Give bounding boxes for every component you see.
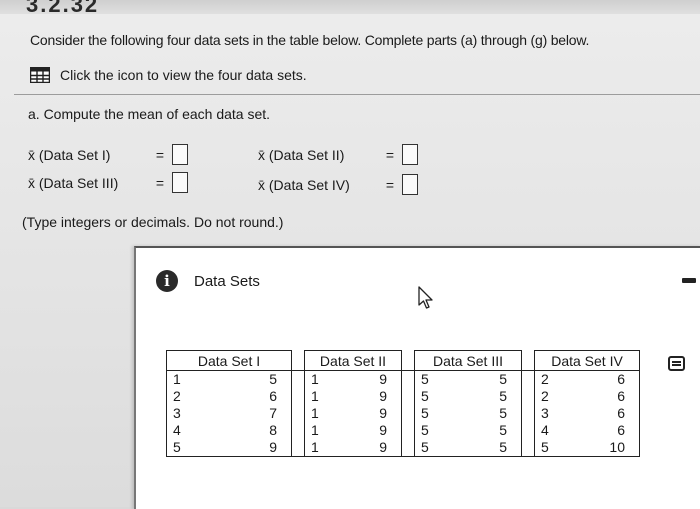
equals-sign: =	[385, 176, 395, 193]
cell-set-3-y: 5	[458, 370, 523, 388]
info-icon: i	[156, 270, 178, 292]
mean-row-set-3: x̄ (Data Set III) =	[28, 172, 188, 193]
cell-set-2-y: 9	[344, 405, 403, 422]
cell-set-1-y: 9	[217, 439, 292, 457]
cell-set-1-y: 8	[217, 422, 292, 439]
equals-sign: =	[385, 146, 395, 163]
cell-set-4-x: 2	[534, 388, 572, 405]
table-row: 1 5 1 9 5 5 2 6	[165, 370, 641, 388]
cell-set-1-y: 5	[217, 370, 292, 388]
mean-input-set-4[interactable]	[402, 174, 418, 195]
table-header-row: Data Set I Data Set II Data Set III Data…	[166, 350, 640, 371]
mean-row-set-4: x̄ (Data Set IV) =	[258, 174, 418, 195]
minimize-button[interactable]	[682, 278, 696, 283]
divider	[14, 94, 700, 95]
table-row: 4 8 1 9 5 5 4 6	[165, 422, 641, 439]
popup-header: i Data Sets	[156, 270, 260, 292]
cell-set-1-y: 6	[217, 388, 292, 405]
data-sets-table: Data Set I Data Set II Data Set III Data…	[165, 350, 641, 457]
cell-set-3-x: 5	[414, 388, 459, 405]
equals-sign: =	[155, 174, 165, 191]
cell-set-3-x: 5	[414, 422, 459, 439]
cell-set-2-x: 1	[304, 370, 345, 388]
mean-input-set-2[interactable]	[402, 144, 418, 165]
cell-set-1-x: 1	[165, 370, 218, 388]
mean-input-set-1[interactable]	[172, 144, 188, 165]
cell-set-4-x: 3	[534, 405, 572, 422]
cell-set-3-y: 5	[458, 422, 523, 439]
cell-set-2-y: 9	[344, 439, 403, 457]
cell-set-2-x: 1	[304, 439, 345, 457]
table-row: 5 9 1 9 5 5 5 10	[165, 439, 641, 457]
mean-row-set-1: x̄ (Data Set I) =	[28, 144, 188, 165]
view-data-link-label[interactable]: Click the icon to view the four data set…	[60, 67, 307, 83]
cell-set-4-x: 5	[534, 439, 572, 457]
cell-set-2-y: 9	[344, 370, 403, 388]
table-row: 3 7 1 9 5 5 3 6	[165, 405, 641, 422]
view-data-link[interactable]: Click the icon to view the four data set…	[30, 64, 307, 86]
cell-set-2-x: 1	[304, 388, 345, 405]
cell-set-3-y: 5	[458, 439, 523, 457]
cell-set-1-x: 3	[165, 405, 218, 422]
cell-set-4-y: 6	[571, 370, 641, 388]
cell-set-3-x: 5	[414, 439, 459, 457]
data-sets-popup: i Data Sets Data Set I Data Set II Data …	[134, 246, 700, 509]
cell-set-2-y: 9	[344, 388, 403, 405]
answer-format-note: (Type integers or decimals. Do not round…	[22, 214, 284, 230]
cell-set-3-x: 5	[414, 405, 459, 422]
mouse-cursor-icon	[418, 286, 433, 309]
mean-label-set-1: x̄ (Data Set I)	[28, 146, 111, 163]
cell-set-2-x: 1	[304, 422, 345, 439]
mean-label-set-4: x̄ (Data Set IV)	[258, 176, 350, 193]
cell-set-4-y: 6	[571, 405, 641, 422]
grid-table-icon[interactable]	[30, 67, 50, 83]
cell-set-1-x: 5	[165, 439, 218, 457]
header-data-set-4: Data Set IV	[534, 350, 640, 371]
cell-set-4-x: 2	[534, 370, 572, 388]
cell-set-2-y: 9	[344, 422, 403, 439]
popup-title: Data Sets	[194, 272, 260, 290]
part-a-prompt: a. Compute the mean of each data set.	[28, 106, 271, 122]
mean-label-set-3: x̄ (Data Set III)	[28, 174, 119, 191]
cell-set-3-y: 5	[458, 405, 523, 422]
header-data-set-3: Data Set III	[414, 350, 522, 371]
mean-label-set-2: x̄ (Data Set II)	[258, 146, 345, 163]
header-data-set-1: Data Set I	[166, 350, 292, 371]
cell-set-4-y: 6	[571, 422, 641, 439]
cell-set-1-x: 4	[165, 422, 218, 439]
cell-set-3-x: 5	[414, 370, 459, 388]
cell-set-1-y: 7	[217, 405, 292, 422]
cell-set-4-y: 6	[571, 388, 641, 405]
mean-input-set-3[interactable]	[172, 172, 188, 193]
mean-row-set-2: x̄ (Data Set II) =	[258, 144, 418, 165]
cell-set-2-x: 1	[304, 405, 345, 422]
cell-set-4-x: 4	[534, 422, 572, 439]
copy-to-clipboard-icon[interactable]	[668, 356, 685, 371]
cell-set-4-y: 10	[571, 439, 641, 457]
table-row: 2 6 1 9 5 5 2 6	[165, 388, 641, 405]
equals-sign: =	[155, 146, 165, 163]
header-data-set-2: Data Set II	[304, 350, 402, 371]
instruction-text: Consider the following four data sets in…	[30, 32, 590, 48]
cell-set-3-y: 5	[458, 388, 523, 405]
cell-set-1-x: 2	[165, 388, 218, 405]
